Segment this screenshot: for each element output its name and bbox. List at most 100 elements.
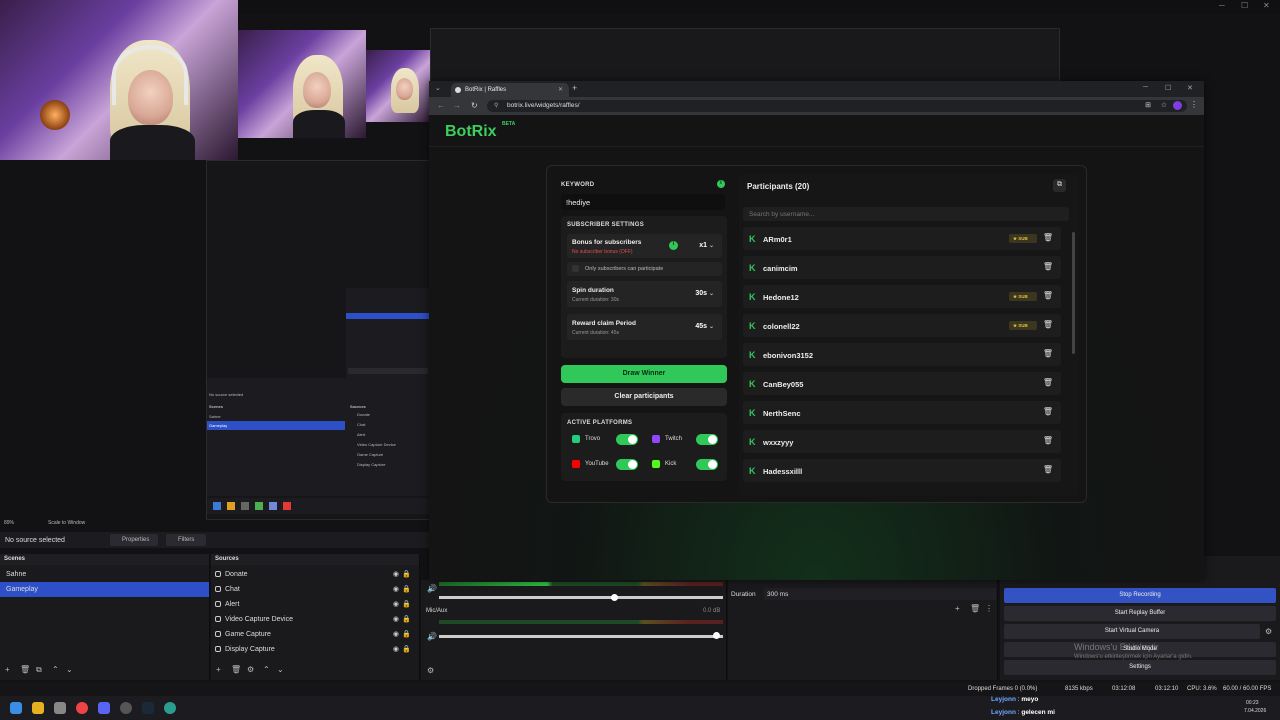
minimize-icon[interactable]: ─: [1219, 1, 1225, 10]
lock-icon[interactable]: 🔒: [402, 615, 411, 623]
site-info-icon[interactable]: ⚲: [494, 102, 498, 109]
visibility-eye-icon[interactable]: ◉: [393, 585, 399, 593]
browser-minimize-icon[interactable]: ─: [1143, 84, 1148, 91]
kick-toggle[interactable]: [696, 459, 718, 470]
settings-button[interactable]: Settings: [1004, 660, 1276, 675]
participant-row[interactable]: Kcolonell22 ★ SUB 🗑: [743, 314, 1061, 337]
add-scene-icon[interactable]: +: [5, 665, 10, 674]
participants-scrollbar[interactable]: [1072, 232, 1075, 354]
delete-icon[interactable]: 🗑: [1043, 465, 1053, 474]
volume-knob-2[interactable]: [713, 632, 720, 639]
copy-icon[interactable]: ⧉: [1053, 179, 1066, 192]
participant-row[interactable]: K ARm0r1 ★ SUB 🗑: [743, 227, 1061, 250]
browser-maximize-icon[interactable]: ☐: [1165, 84, 1171, 92]
translate-icon[interactable]: ⊞: [1145, 101, 1151, 109]
scene-filter-icon[interactable]: ⧉: [36, 665, 42, 675]
tab-list-icon[interactable]: ⌄: [435, 84, 441, 92]
back-icon[interactable]: ←: [437, 101, 445, 110]
participant-row[interactable]: K NerthSenc 🗑: [743, 401, 1061, 424]
visibility-eye-icon[interactable]: ◉: [393, 570, 399, 578]
address-bar[interactable]: ⚲ botrix.live/widgets/raffles/ ⊞ ☆: [487, 100, 1187, 112]
app2-icon[interactable]: [164, 702, 176, 714]
participant-row[interactable]: K Hadessxilll 🗑: [743, 459, 1061, 482]
lock-icon[interactable]: 🔒: [402, 585, 411, 593]
source-item-donate[interactable]: Donate ◉ 🔒: [211, 567, 419, 582]
profile-avatar[interactable]: [1173, 101, 1182, 110]
delete-icon[interactable]: 🗑: [1043, 407, 1053, 416]
discord-icon[interactable]: [98, 702, 110, 714]
scene-item-sahne[interactable]: Sahne: [0, 567, 209, 582]
lock-icon[interactable]: 🔒: [402, 645, 411, 653]
lock-icon[interactable]: 🔒: [402, 570, 411, 578]
visibility-eye-icon[interactable]: ◉: [393, 630, 399, 638]
new-tab-icon[interactable]: +: [572, 83, 577, 93]
source-settings-icon[interactable]: ⚙: [247, 665, 254, 674]
bookmark-star-icon[interactable]: ☆: [1161, 101, 1167, 109]
tab-botrix-raffles[interactable]: BotRix | Raffles ✕: [451, 83, 569, 97]
youtube-toggle[interactable]: [616, 459, 638, 470]
delete-icon[interactable]: 🗑: [1043, 320, 1053, 329]
spin-dropdown[interactable]: 30s ⌄: [695, 290, 714, 297]
twitch-toggle[interactable]: [696, 434, 718, 445]
source-down-icon[interactable]: ⌄: [277, 665, 284, 674]
visibility-eye-icon[interactable]: ◉: [393, 615, 399, 623]
app-icon[interactable]: [54, 702, 66, 714]
participant-row[interactable]: Kebonivon3152 🗑: [743, 343, 1061, 366]
maximize-icon[interactable]: ☐: [1241, 1, 1248, 10]
speaker-icon[interactable]: 🔊: [427, 632, 437, 641]
source-item-chat[interactable]: Chat ◉ 🔒: [211, 582, 419, 597]
participant-row[interactable]: Kcanimcim 🗑: [743, 256, 1061, 279]
lock-icon[interactable]: 🔒: [402, 600, 411, 608]
delete-icon[interactable]: 🗑: [1043, 378, 1053, 387]
bonus-info-icon[interactable]: i: [669, 241, 678, 250]
remove-transition-icon[interactable]: 🗑: [970, 604, 980, 613]
speaker-icon[interactable]: 🔊: [427, 584, 437, 593]
virtual-camera-button[interactable]: Start Virtual Camera: [1004, 624, 1260, 639]
delete-icon[interactable]: 🗑: [1043, 233, 1053, 242]
source-up-icon[interactable]: ⌃: [263, 665, 270, 674]
bonus-dropdown[interactable]: x1 ⌄: [699, 242, 714, 249]
only-subs-checkbox[interactable]: [572, 265, 579, 272]
transition-menu-icon[interactable]: ⋮: [985, 604, 993, 613]
draw-winner-button[interactable]: Draw Winner: [561, 365, 727, 383]
source-item-alert[interactable]: Alert ◉ 🔒: [211, 597, 419, 612]
source-item-display-capture[interactable]: Display Capture ◉ 🔒: [211, 642, 419, 657]
delete-icon[interactable]: 🗑: [1043, 349, 1053, 358]
zoom-level[interactable]: 89%: [4, 520, 14, 526]
stop-recording-button[interactable]: Stop Recording: [1004, 588, 1276, 603]
delete-icon[interactable]: 🗑: [1043, 436, 1053, 445]
volume-slider-1[interactable]: [439, 596, 723, 599]
browser-close-icon[interactable]: ✕: [1187, 84, 1193, 92]
only-subs-row[interactable]: Only subscribers can participate: [567, 262, 722, 276]
participant-row[interactable]: K CanBey055 🗑: [743, 372, 1061, 395]
scale-mode[interactable]: Scale to Window: [48, 520, 85, 526]
start-icon[interactable]: [10, 702, 22, 714]
scene-down-icon[interactable]: ⌄: [66, 665, 73, 674]
participant-row[interactable]: K Hedone12 ★ SUB 🗑: [743, 285, 1061, 308]
source-item-video-capture[interactable]: Video Capture Device ◉ 🔒: [211, 612, 419, 627]
participant-search-input[interactable]: [743, 207, 1069, 221]
obs-icon[interactable]: [120, 702, 132, 714]
file-explorer-icon[interactable]: [32, 702, 44, 714]
duration-input[interactable]: 300 ms: [764, 588, 996, 600]
reload-icon[interactable]: ↻: [471, 101, 478, 110]
properties-button[interactable]: Properties: [110, 534, 158, 546]
delete-icon[interactable]: 🗑: [1043, 262, 1053, 271]
keyword-input[interactable]: !hediye: [561, 194, 725, 210]
visibility-eye-icon[interactable]: ◉: [393, 645, 399, 653]
add-transition-icon[interactable]: +: [955, 604, 960, 613]
forward-icon[interactable]: →: [453, 101, 461, 110]
virtual-camera-settings-icon[interactable]: ⚙: [1265, 627, 1272, 636]
scene-item-gameplay[interactable]: Gameplay: [0, 582, 209, 597]
botrix-logo[interactable]: BotRix: [445, 123, 497, 141]
visibility-eye-icon[interactable]: ◉: [393, 600, 399, 608]
trovo-toggle[interactable]: [616, 434, 638, 445]
remove-scene-icon[interactable]: 🗑: [20, 665, 30, 674]
replay-buffer-button[interactable]: Start Replay Buffer: [1004, 606, 1276, 621]
chrome-icon[interactable]: [76, 702, 88, 714]
participant-row[interactable]: Kwxxzyyy 🗑: [743, 430, 1061, 453]
claim-dropdown[interactable]: 45s ⌄: [695, 323, 714, 330]
tab-close-icon[interactable]: ✕: [558, 86, 563, 93]
remove-source-icon[interactable]: 🗑: [231, 665, 241, 674]
delete-icon[interactable]: 🗑: [1043, 291, 1053, 300]
